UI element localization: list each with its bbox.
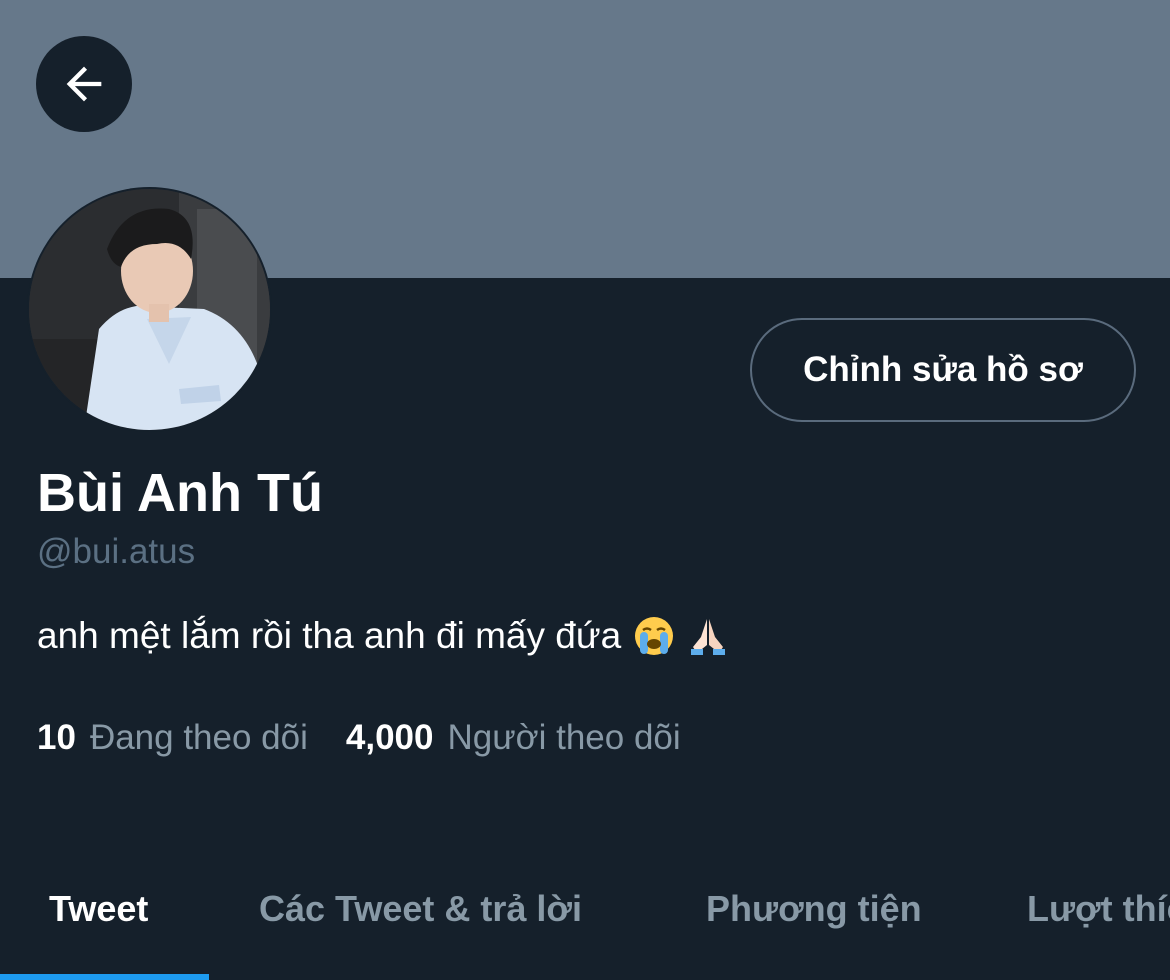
followers-count[interactable]: 4,000 [346,716,434,760]
followers-label[interactable]: Người theo dõi [447,716,680,760]
active-tab-indicator [0,974,209,980]
avatar[interactable] [29,189,270,430]
tab-media[interactable]: Phương tiện [706,888,922,930]
user-handle: @bui.atus [37,532,196,571]
profile-tabs: Tweet Các Tweet & trả lời Phương tiện Lư… [0,860,1170,980]
edit-profile-button[interactable]: Chỉnh sửa hồ sơ [750,318,1136,422]
display-name: Bùi Anh Tú [37,463,323,523]
tab-tweets[interactable]: Tweet [49,888,148,930]
profile-stats: 10 Đang theo dõi 4,000 Người theo dõi [37,716,681,760]
folded-hands-icon [687,615,729,657]
loudly-crying-face-icon [633,615,675,657]
avatar-photo [29,189,270,430]
back-button[interactable] [36,36,132,132]
tab-tweets-and-replies[interactable]: Các Tweet & trả lời [259,888,582,930]
profile-bio: anh mệt lắm rồi tha anh đi mấy đứa [37,612,729,660]
arrow-left-icon [66,66,102,102]
tab-likes[interactable]: Lượt thích [1027,888,1170,930]
following-label[interactable]: Đang theo dõi [90,716,308,760]
following-count[interactable]: 10 [37,716,76,760]
bio-text: anh mệt lắm rồi tha anh đi mấy đứa [37,615,622,656]
